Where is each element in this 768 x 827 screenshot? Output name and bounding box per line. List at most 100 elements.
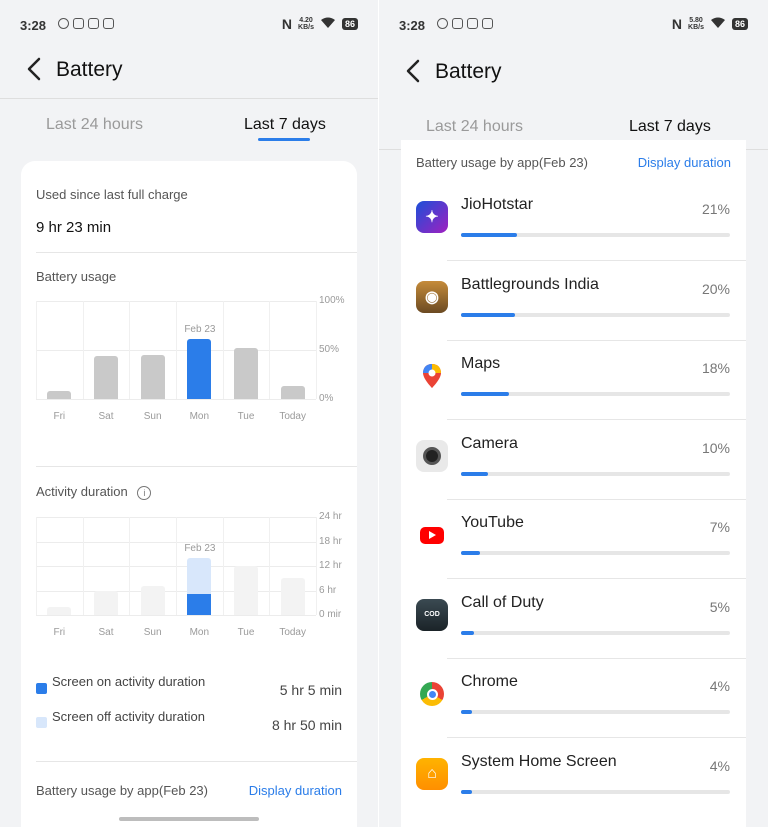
network-speed: 5.80 KB/s — [688, 17, 704, 31]
usage-progress-fill — [461, 551, 480, 555]
tab-last-7-days[interactable]: Last 7 days — [629, 118, 711, 136]
full-charge-value: 9 hr 23 min — [36, 219, 112, 236]
activity-duration-chart: 24 hr 18 hr 12 hr 6 hr 0 mir Fri Sat Sun Feb 23 M… — [36, 511, 356, 647]
bar-screen-off-tue[interactable] — [234, 566, 258, 615]
back-arrow-icon[interactable] — [24, 56, 48, 86]
chart-column-divider — [176, 301, 177, 399]
selected-date-label: Feb 23 — [184, 543, 216, 555]
chart-gridline — [36, 615, 316, 616]
app-usage-percent: 5% — [709, 598, 730, 615]
bar-screen-on-mon[interactable] — [187, 594, 212, 615]
app-usage-row[interactable]: ◉ Battlegrounds India 20% — [401, 261, 746, 341]
app-name: System Home Screen — [461, 752, 617, 770]
chart-column-divider — [36, 301, 37, 399]
battery-usage-title: Battery usage — [36, 269, 117, 284]
whatsapp-icon — [437, 18, 448, 29]
display-duration-link[interactable]: Display duration — [638, 155, 731, 170]
right-screen: 3:28 N 5.80 KB/s 86 Battery Last 24 hours… — [379, 0, 768, 827]
app-usage-row[interactable]: ✦ JioHotstar 21% — [401, 181, 746, 261]
x-axis-label-sat: Sat — [98, 627, 114, 638]
app-usage-row[interactable]: Chrome 4% — [401, 658, 746, 738]
bar-fri[interactable] — [47, 391, 72, 399]
bar-today[interactable] — [280, 386, 305, 399]
legend-screen-off-value: 8 hr 50 min — [271, 717, 342, 733]
wifi-icon — [710, 16, 726, 32]
gallery-icon — [467, 18, 478, 29]
status-time: 3:28 — [399, 18, 426, 33]
x-axis-label-today: Today — [279, 627, 306, 638]
bar-screen-off-sat[interactable] — [94, 590, 118, 615]
y-axis-tick-label: 100% — [319, 295, 345, 306]
activity-duration-title: Activity duration i — [36, 484, 152, 500]
usage-progress-fill — [461, 710, 472, 714]
usage-progress-fill — [461, 233, 518, 237]
home-indicator[interactable] — [119, 817, 259, 821]
chart-column-divider — [316, 517, 317, 615]
app-usage-row[interactable]: ⌂ System Home Screen 4% — [401, 738, 746, 818]
usage-progress-fill — [461, 789, 472, 794]
back-arrow-icon[interactable] — [403, 58, 427, 88]
status-bar: 3:28 N 4.20 KB/s 86 — [0, 14, 378, 36]
bar-mon[interactable] — [187, 339, 212, 399]
tab-underline — [258, 138, 310, 141]
usage-progress-fill — [461, 392, 510, 396]
nfc-icon: N — [281, 16, 293, 32]
app-usage-percent: 10% — [701, 439, 730, 456]
x-axis-label-mon: Mon — [189, 411, 210, 422]
app-usage-row[interactable]: YouTube 7% — [401, 499, 746, 579]
battery-usage-chart: 100% 50% 0% Fri Sat Sun Feb 23 Mon Tue Today — [36, 295, 356, 431]
tab-last-7-days[interactable]: Last 7 days — [244, 116, 326, 134]
chart-column-divider — [129, 301, 131, 399]
legend-screen-off-swatch — [36, 717, 47, 728]
x-axis-label-sat: Sat — [98, 411, 114, 422]
x-axis-label-mon: Mon — [189, 627, 210, 638]
y-axis-tick-label: 12 hr — [319, 560, 342, 571]
chart-column-divider — [82, 517, 84, 615]
bar-tue[interactable] — [234, 348, 258, 399]
chart-gridline — [36, 399, 316, 400]
chart-column-divider — [176, 517, 177, 615]
y-axis-tick-label: 24 hr — [319, 511, 342, 522]
tab-last-24-hours[interactable]: Last 24 hours — [46, 116, 143, 134]
chart-column-divider — [269, 301, 271, 399]
app-name: Maps — [461, 355, 501, 372]
bar-screen-off-fri[interactable] — [47, 606, 72, 615]
phone-app-icon — [452, 18, 463, 29]
battery-level-badge: 86 — [731, 18, 748, 30]
app-usage-card: Battery usage by app(Feb 23) Display dur… — [401, 140, 746, 827]
bar-sat[interactable] — [94, 355, 118, 399]
status-bar: 3:28 N 5.80 KB/s 86 — [379, 14, 768, 36]
x-axis-label-sun: Sun — [143, 411, 162, 422]
chart-column-divider — [222, 301, 224, 399]
usage-progress-track — [461, 233, 730, 237]
app-usage-row[interactable]: Camera 10% — [401, 420, 746, 500]
app-name: JioHotstar — [461, 196, 534, 213]
nfc-icon: N — [671, 16, 683, 32]
app-usage-row[interactable]: COD Call of Duty 5% — [401, 579, 746, 659]
y-axis-tick-label: 0% — [319, 393, 334, 404]
bar-sun[interactable] — [140, 354, 165, 399]
app-name: Call of Duty — [461, 593, 544, 611]
y-axis-tick-label: 6 hr — [319, 584, 337, 596]
tab-last-24-hours[interactable]: Last 24 hours — [426, 118, 523, 136]
app-usage-percent: 21% — [701, 201, 730, 217]
usage-progress-fill — [461, 312, 515, 317]
full-charge-label: Used since last full charge — [36, 187, 188, 202]
usage-progress-track — [461, 551, 730, 555]
usage-progress-track — [461, 710, 730, 714]
bar-screen-off-sun[interactable] — [140, 586, 165, 615]
y-axis-tick-label: 50% — [319, 344, 340, 355]
chart-column-divider — [82, 301, 84, 399]
chart-column-divider — [36, 517, 37, 615]
app-usage-percent: 4% — [709, 678, 730, 694]
usage-progress-track — [461, 312, 730, 317]
app-usage-percent: 4% — [709, 757, 730, 774]
info-icon[interactable]: i — [137, 486, 152, 500]
chart-column-divider — [129, 517, 131, 615]
app-usage-row[interactable]: Maps 18% — [401, 340, 746, 420]
display-duration-link[interactable]: Display duration — [249, 783, 342, 798]
page-title: Battery — [56, 58, 123, 81]
bar-screen-off-today[interactable] — [280, 578, 305, 615]
period-tabs: Last 24 hours Last 7 days — [0, 116, 378, 156]
app-header: Battery — [0, 56, 378, 92]
